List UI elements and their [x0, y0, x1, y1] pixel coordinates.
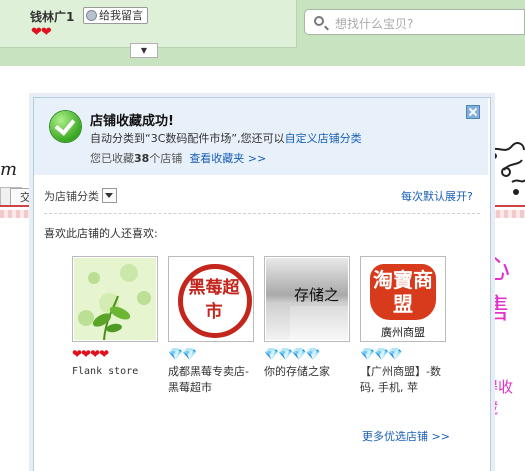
- more-shops-link[interactable]: 更多优选店铺 >>: [362, 428, 450, 444]
- nav-tab-label: 交: [20, 191, 31, 204]
- recommended-shop-card[interactable]: ❤❤❤❤ Flank store: [72, 256, 162, 380]
- shop-name-link[interactable]: 【广州商盟】-数码, 手机, 苹: [360, 364, 450, 396]
- shop-rating: 💎💎💎: [360, 347, 403, 361]
- shop-thumbnail[interactable]: 存储之: [264, 256, 350, 342]
- favorite-success-popup: 店铺收藏成功! 自动分类到“3C数码配件市场”,您还可以自定义店铺分类 您已收藏…: [33, 97, 491, 471]
- category-dropdown[interactable]: [102, 188, 117, 203]
- seller-rating-hearts: ❤❤: [31, 25, 52, 40]
- storage-image: 存储之: [266, 258, 348, 340]
- close-icon[interactable]: [466, 105, 480, 119]
- view-favorites-link[interactable]: 查看收藏夹 >>: [189, 152, 266, 165]
- stamp-image: 黑莓超市: [170, 258, 252, 340]
- recommended-shop-card[interactable]: 存储之 💎💎💎💎 你的存储之家: [264, 256, 354, 380]
- recommended-shop-card[interactable]: 黑莓超市 💎💎 成都黑莓专卖店-黑莓超市: [168, 256, 258, 396]
- wangwang-icon: [86, 10, 97, 21]
- search-placeholder: 想找什么宝贝?: [335, 17, 414, 31]
- shop-name-link[interactable]: 成都黑莓专卖店-黑莓超市: [168, 364, 258, 396]
- shop-name[interactable]: 钱林广1: [30, 8, 74, 25]
- banner-script-text: m: [0, 159, 18, 180]
- recommendation-title: 喜欢此店铺的人还喜欢:: [44, 227, 158, 240]
- thumb-text: 存储之: [294, 286, 340, 304]
- default-expand-link[interactable]: 每次默认展开?: [401, 188, 473, 204]
- shop-info-box: 钱林广1 给我留言 ❤❤: [0, 0, 297, 48]
- shop-thumbnail[interactable]: [72, 256, 158, 342]
- shop-rating: ❤❤❤❤: [72, 347, 109, 361]
- shop-name-link[interactable]: Flank store: [72, 364, 162, 380]
- shop-thumbnail[interactable]: 淘寶商盟 廣州商盟: [360, 256, 446, 342]
- favorites-count-text: 您已收藏38个店铺 查看收藏夹 >>: [90, 150, 266, 166]
- popup-title: 店铺收藏成功!: [90, 114, 174, 129]
- recommended-shop-card[interactable]: 淘寶商盟 廣州商盟 💎💎💎 【广州商盟】-数码, 手机, 苹: [360, 256, 450, 396]
- logo-subtext: 廣州商盟: [381, 326, 425, 339]
- shop-rating: 💎💎💎💎: [264, 347, 321, 361]
- shop-thumbnail[interactable]: 黑莓超市: [168, 256, 254, 342]
- success-check-icon: [50, 111, 81, 142]
- shop-name-link[interactable]: 你的存储之家: [264, 364, 354, 380]
- custom-category-link[interactable]: 自定义店铺分类: [285, 132, 362, 145]
- search-input[interactable]: 想找什么宝贝?: [304, 9, 525, 35]
- nav-tab-second[interactable]: 交: [10, 188, 32, 206]
- auto-category-middle: ,您还可以: [237, 132, 285, 145]
- shop-alliance-logo: 淘寶商盟 廣州商盟: [362, 258, 444, 340]
- chevron-down-icon[interactable]: ▼: [130, 43, 158, 58]
- popup-header: 店铺收藏成功! 自动分类到“3C数码配件市场”,您还可以自定义店铺分类 您已收藏…: [34, 98, 488, 175]
- favorites-count-prefix: 您已收藏: [90, 152, 134, 165]
- leaf-image: [74, 258, 156, 341]
- auto-category-name: “3C数码配件市场”: [145, 132, 238, 145]
- shop-rating: 💎💎: [168, 347, 197, 361]
- category-row: 为店铺分类: [44, 188, 117, 204]
- leave-message-label: 给我留言: [99, 9, 143, 22]
- search-icon: [314, 16, 324, 26]
- auto-category-text: 自动分类到“3C数码配件市场”,您还可以自定义店铺分类: [90, 130, 362, 146]
- stamp-text: 黑莓超市: [188, 278, 240, 322]
- category-label: 为店铺分类: [44, 190, 99, 203]
- favorites-count: 38: [134, 152, 150, 165]
- logo-text: 淘寶商盟: [373, 268, 433, 316]
- favorites-count-suffix: 个店铺: [149, 152, 183, 165]
- auto-category-prefix: 自动分类到: [90, 132, 145, 145]
- divider: [44, 213, 480, 214]
- leave-message-button[interactable]: 给我留言: [83, 7, 148, 24]
